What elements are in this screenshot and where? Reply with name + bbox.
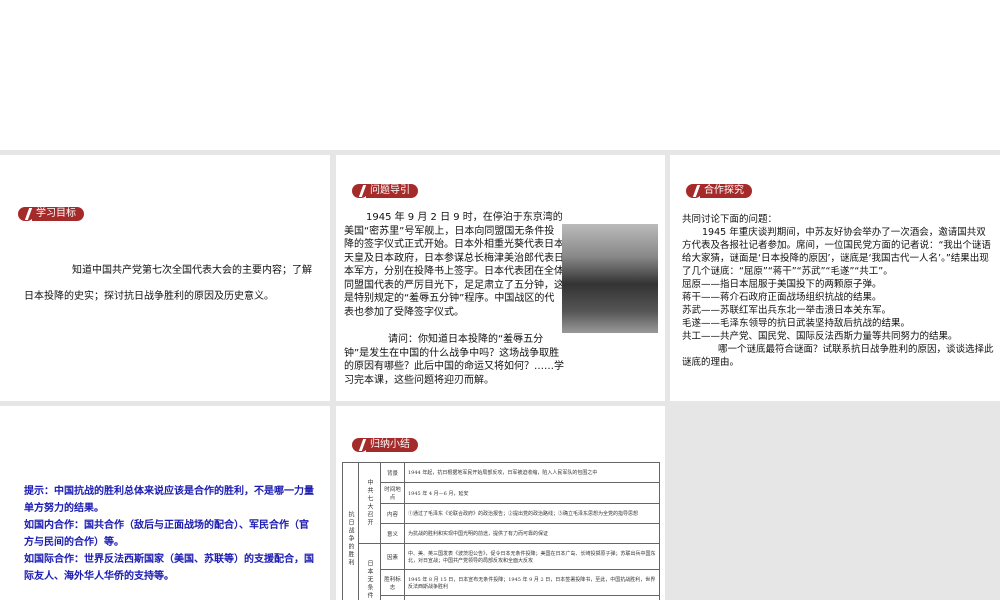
intro-question: 请问：你知道日本投降的“羞辱五分钟”是发生在中国的什么战争中吗？这场战争取胜的原… <box>344 334 564 386</box>
summary-table: 抗日战争的胜利 中共七大召开 背景 1944 年起，抗日根据地军民开始局部反攻，日军被… <box>342 462 660 600</box>
badge-label: 问题导引 <box>366 184 418 198</box>
table-group-label: 中共七大召开 <box>358 462 381 544</box>
check-icon <box>686 184 702 198</box>
slide-summary[interactable]: 归纳小结 抗日战争的胜利 中共七大召开 背景 1944 年起，抗日根据地军民开始局部反… <box>336 406 665 600</box>
row-label: 因素 <box>380 543 405 570</box>
table-root-label: 抗日战争的胜利 <box>342 462 359 600</box>
riddle-answer: 共工——共产党、国民党、国际反法西斯力量等共同努力的结果。 <box>682 331 958 342</box>
check-icon <box>352 184 368 198</box>
hint-line: 如国际合作：世界反法西斯国家（美国、苏联等）的支援配合，国际友人、海外华人华侨的… <box>24 554 314 582</box>
row-value: ①通过了毛泽东《论联合政府》的政治报告；②提出党的政治路线；③确立毛泽东思想为全… <box>404 503 660 524</box>
coop-lead: 共同讨论下面的问题： <box>682 214 778 225</box>
goal-text: 知道中国共产党第七次全国代表大会的主要内容；了解日本投降的史实；探讨抗日战争胜利… <box>24 265 312 302</box>
check-icon <box>352 438 368 452</box>
badge-label: 合作探究 <box>700 184 752 198</box>
row-value <box>404 595 660 600</box>
row-label: 胜利标志 <box>380 569 405 596</box>
coop-story: 1945 年重庆谈判期间，中苏友好协会举办了一次酒会，邀请国共双方代表及各报社记… <box>682 227 991 277</box>
slide-learning-goals[interactable]: 学习目标 知道中国共产党第七次全国代表大会的主要内容；了解日本投降的史实；探讨抗… <box>0 155 330 401</box>
check-icon <box>18 207 34 221</box>
coop-question: 哪一个谜底最符合谜面？试联系抗日战争胜利的原因，谈谈选择此谜底的理由。 <box>682 344 994 368</box>
slide-cooperation[interactable]: 合作探究 共同讨论下面的问题： 1945 年重庆谈判期间，中苏友好协会举办了一次… <box>670 155 1000 401</box>
coop-body: 共同讨论下面的问题： 1945 年重庆谈判期间，中苏友好协会举办了一次酒会，邀请… <box>682 213 994 369</box>
section-badge: 学习目标 <box>18 207 84 221</box>
row-label: 内容 <box>380 503 405 524</box>
row-label: 背景 <box>380 462 405 483</box>
row-label: 意义 <box>380 523 405 544</box>
table-group-label: 日本无条件 <box>358 543 381 600</box>
section-badge: 合作探究 <box>686 184 752 198</box>
row-value: 中、美、英三国发表《波茨坦公告》，促令日本无条件投降；美国在日本广岛、长崎投掷原… <box>404 543 660 570</box>
row-value: 1945 年 4 月—6 月，延安 <box>404 482 660 504</box>
section-badge: 问题导引 <box>352 184 418 198</box>
riddle-answer: 苏武——苏联红军出兵东北一举击溃日本关东军。 <box>682 305 892 316</box>
row-value: 为抗战的胜利和实现中国光明的前途，提供了有力而可靠的保证 <box>404 523 660 544</box>
riddle-answer: 蒋干——蒋介石政府正面战场组织抗战的结果。 <box>682 292 882 303</box>
riddle-answer: 屈原——指日本屈服于美国投下的两颗原子弹。 <box>682 279 882 290</box>
intro-paragraph: 1945 年 9 月 2 日 9 时，在停泊于东京湾的美国“密苏里”号军舰上，日… <box>344 212 564 318</box>
row-value: 1945 年 8 月 15 日，日本宣布无条件投降；1945 年 9 月 2 日… <box>404 569 660 596</box>
riddle-answer: 毛遂——毛泽东领导的抗日武装坚持敌后抗战的结果。 <box>682 318 911 329</box>
hint-text: 提示：中国抗战的胜利总体来说应该是合作的胜利，不是哪一力量单方努力的结果。 如国… <box>24 483 316 585</box>
surrender-ceremony-photo <box>562 224 658 333</box>
row-label: 时间地点 <box>380 482 405 504</box>
badge-label: 归纳小结 <box>366 438 418 452</box>
slide-hint[interactable]: 提示：中国抗战的胜利总体来说应该是合作的胜利，不是哪一力量单方努力的结果。 如国… <box>0 406 330 600</box>
badge-label: 学习目标 <box>32 207 84 221</box>
hint-line: 如国内合作：国共合作（敌后与正面战场的配合）、军民合作（官方与民间的合作）等。 <box>24 520 309 548</box>
row-value: 1944 年起，抗日根据地军民开始局部反攻，日军被迫收缩，陷入人民军队的包围之中 <box>404 462 660 483</box>
blank-top-area <box>0 0 1000 150</box>
hint-line: 提示：中国抗战的胜利总体来说应该是合作的胜利，不是哪一力量单方努力的结果。 <box>24 486 314 514</box>
row-label <box>380 595 405 600</box>
section-badge: 归纳小结 <box>352 438 418 452</box>
